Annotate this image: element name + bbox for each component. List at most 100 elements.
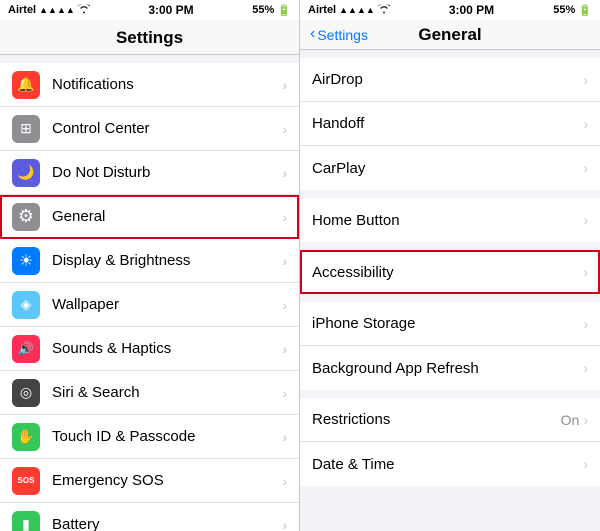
touch-id-passcode-label: Touch ID & Passcode bbox=[52, 428, 282, 445]
touch-id-passcode-chevron-icon: › bbox=[282, 429, 287, 445]
left-panel: Airtel ▲▲▲▲ 3:00 PM 55% 🔋 Settings 🔔 Not… bbox=[0, 0, 300, 531]
left-item-battery[interactable]: ▮ Battery › bbox=[0, 503, 299, 531]
right-item-accessibility[interactable]: Accessibility › bbox=[300, 250, 600, 294]
display-brightness-label: Display & Brightness bbox=[52, 252, 282, 269]
right-signal-icon: ▲▲▲▲ bbox=[339, 5, 375, 15]
iphone-storage-label: iPhone Storage bbox=[312, 315, 583, 332]
left-wifi-icon bbox=[78, 4, 90, 17]
display-brightness-chevron-icon: › bbox=[282, 253, 287, 269]
right-item-date-time[interactable]: Date & Time › bbox=[300, 442, 600, 486]
emergency-sos-label: Emergency SOS bbox=[52, 472, 282, 489]
siri-search-icon: ◎ bbox=[12, 379, 40, 407]
right-panel: Airtel ▲▲▲▲ 3:00 PM 55% 🔋 ‹ Settings Gen… bbox=[300, 0, 600, 531]
battery-icon: ▮ bbox=[12, 511, 40, 531]
wallpaper-icon: ◈ bbox=[12, 291, 40, 319]
back-chevron-icon: ‹ bbox=[310, 25, 315, 43]
left-item-siri-search[interactable]: ◎ Siri & Search › bbox=[0, 371, 299, 415]
touch-id-passcode-icon: ✋ bbox=[12, 423, 40, 451]
handoff-chevron-icon: › bbox=[583, 116, 588, 132]
general-chevron-icon: › bbox=[282, 209, 287, 225]
do-not-disturb-chevron-icon: › bbox=[282, 165, 287, 181]
left-item-sounds-haptics[interactable]: 🔊 Sounds & Haptics › bbox=[0, 327, 299, 371]
left-signal-icon: ▲▲▲▲ bbox=[39, 5, 75, 15]
left-nav-title: Settings bbox=[116, 28, 183, 47]
right-group-3: iPhone Storage › Background App Refresh … bbox=[300, 302, 600, 390]
right-status-left: Airtel ▲▲▲▲ bbox=[308, 4, 390, 17]
notifications-label: Notifications bbox=[52, 76, 282, 93]
restrictions-value: On bbox=[561, 412, 580, 428]
right-item-airdrop[interactable]: AirDrop › bbox=[300, 58, 600, 102]
left-status-right: 55% 🔋 bbox=[252, 4, 291, 17]
control-center-icon: ⊞ bbox=[12, 115, 40, 143]
right-status-right: 55% 🔋 bbox=[553, 4, 592, 17]
left-status-bar: Airtel ▲▲▲▲ 3:00 PM 55% 🔋 bbox=[0, 0, 299, 20]
restrictions-chevron-icon: › bbox=[583, 412, 588, 428]
accessibility-label: Accessibility bbox=[312, 264, 583, 281]
date-time-label: Date & Time bbox=[312, 456, 583, 473]
handoff-label: Handoff bbox=[312, 115, 583, 132]
left-item-emergency-sos[interactable]: SOS Emergency SOS › bbox=[0, 459, 299, 503]
iphone-storage-chevron-icon: › bbox=[583, 316, 588, 332]
left-item-wallpaper[interactable]: ◈ Wallpaper › bbox=[0, 283, 299, 327]
left-nav-bar: Settings bbox=[0, 20, 299, 55]
siri-search-chevron-icon: › bbox=[282, 385, 287, 401]
left-item-general[interactable]: ⚙ General › bbox=[0, 195, 299, 239]
battery-chevron-icon: › bbox=[282, 517, 287, 531]
right-nav-title: General bbox=[418, 25, 481, 45]
right-settings-list: AirDrop › Handoff › CarPlay › Home Butto… bbox=[300, 50, 600, 531]
right-item-iphone-storage[interactable]: iPhone Storage › bbox=[300, 302, 600, 346]
right-carrier: Airtel bbox=[308, 4, 336, 16]
right-battery-icon: 🔋 bbox=[578, 4, 592, 17]
right-wifi-icon bbox=[378, 4, 390, 17]
right-item-home-button[interactable]: Home Button › bbox=[300, 198, 600, 242]
home-button-label: Home Button bbox=[312, 212, 583, 229]
right-item-handoff[interactable]: Handoff › bbox=[300, 102, 600, 146]
control-center-label: Control Center bbox=[52, 120, 282, 137]
left-item-touch-id-passcode[interactable]: ✋ Touch ID & Passcode › bbox=[0, 415, 299, 459]
wallpaper-label: Wallpaper bbox=[52, 296, 282, 313]
right-battery-pct: 55% bbox=[553, 4, 575, 16]
right-time: 3:00 PM bbox=[449, 3, 494, 17]
general-icon: ⚙ bbox=[12, 203, 40, 231]
right-group-1: Home Button › bbox=[300, 198, 600, 242]
sounds-haptics-label: Sounds & Haptics bbox=[52, 340, 282, 357]
siri-search-label: Siri & Search bbox=[52, 384, 282, 401]
display-brightness-icon: ☀ bbox=[12, 247, 40, 275]
background-app-refresh-chevron-icon: › bbox=[583, 360, 588, 376]
right-nav-bar: ‹ Settings General bbox=[300, 20, 600, 50]
back-label: Settings bbox=[317, 27, 368, 43]
sounds-haptics-icon: 🔊 bbox=[12, 335, 40, 363]
emergency-sos-icon: SOS bbox=[12, 467, 40, 495]
wallpaper-chevron-icon: › bbox=[282, 297, 287, 313]
carplay-chevron-icon: › bbox=[583, 160, 588, 176]
notifications-chevron-icon: › bbox=[282, 77, 287, 93]
home-button-chevron-icon: › bbox=[583, 212, 588, 228]
left-settings-list: 🔔 Notifications › ⊞ Control Center › 🌙 D… bbox=[0, 55, 299, 531]
date-time-chevron-icon: › bbox=[583, 456, 588, 472]
back-button[interactable]: ‹ Settings bbox=[310, 26, 368, 43]
left-battery-pct: 55% bbox=[252, 4, 274, 16]
left-battery-icon: 🔋 bbox=[277, 4, 291, 17]
left-time: 3:00 PM bbox=[148, 3, 193, 17]
do-not-disturb-icon: 🌙 bbox=[12, 159, 40, 187]
battery-label: Battery bbox=[52, 516, 282, 531]
right-item-background-app-refresh[interactable]: Background App Refresh › bbox=[300, 346, 600, 390]
left-item-display-brightness[interactable]: ☀ Display & Brightness › bbox=[0, 239, 299, 283]
general-label: General bbox=[52, 208, 282, 225]
carplay-label: CarPlay bbox=[312, 160, 583, 177]
restrictions-label: Restrictions bbox=[312, 411, 561, 428]
right-item-carplay[interactable]: CarPlay › bbox=[300, 146, 600, 190]
do-not-disturb-label: Do Not Disturb bbox=[52, 164, 282, 181]
notifications-icon: 🔔 bbox=[12, 71, 40, 99]
right-item-restrictions[interactable]: Restrictions On › bbox=[300, 398, 600, 442]
left-item-control-center[interactable]: ⊞ Control Center › bbox=[0, 107, 299, 151]
left-item-notifications[interactable]: 🔔 Notifications › bbox=[0, 63, 299, 107]
background-app-refresh-label: Background App Refresh bbox=[312, 360, 583, 377]
left-item-do-not-disturb[interactable]: 🌙 Do Not Disturb › bbox=[0, 151, 299, 195]
sounds-haptics-chevron-icon: › bbox=[282, 341, 287, 357]
accessibility-chevron-icon: › bbox=[583, 264, 588, 280]
left-section-group: 🔔 Notifications › ⊞ Control Center › 🌙 D… bbox=[0, 63, 299, 531]
left-carrier: Airtel bbox=[8, 4, 36, 16]
control-center-chevron-icon: › bbox=[282, 121, 287, 137]
emergency-sos-chevron-icon: › bbox=[282, 473, 287, 489]
